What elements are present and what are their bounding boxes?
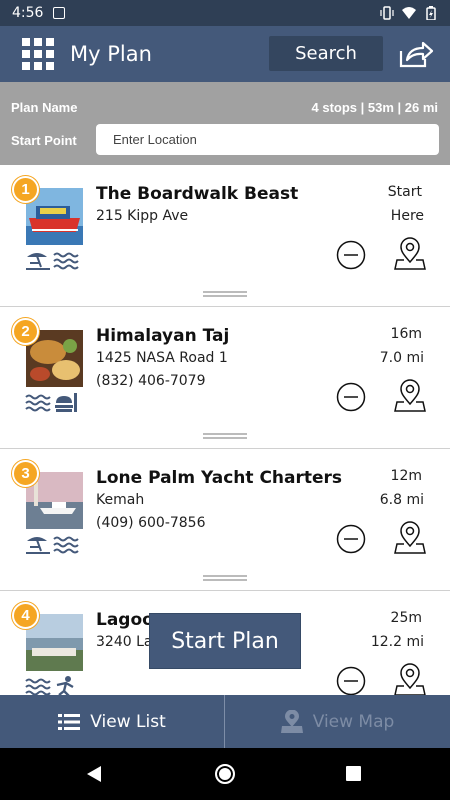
stop-address: 215 Kipp Ave — [96, 208, 189, 224]
dining-icon — [55, 393, 77, 412]
water-icon — [25, 678, 51, 695]
stop-travel-time: Start — [387, 184, 422, 200]
amenity-icons — [25, 675, 79, 695]
stop-travel-time: 25m — [390, 610, 422, 626]
stop-item[interactable]: 1 The Boardwalk Beast 215 Kipp Ave Start… — [0, 165, 450, 307]
status-time: 4:56 — [12, 5, 44, 21]
plan-name-label[interactable]: Plan Name — [11, 100, 77, 115]
wifi-icon — [402, 7, 416, 19]
list-icon — [58, 713, 81, 730]
app-bar: My Plan Search — [0, 26, 450, 82]
drag-handle[interactable] — [203, 291, 247, 297]
amenity-icons — [25, 391, 79, 413]
home-icon[interactable] — [215, 764, 235, 784]
share-icon[interactable] — [398, 39, 434, 69]
map-pin-icon[interactable] — [394, 237, 426, 271]
map-pin-icon[interactable] — [394, 521, 426, 555]
start-plan-button[interactable]: Start Plan — [149, 613, 301, 669]
status-bar: 4:56 — [0, 0, 450, 26]
map-pin-icon[interactable] — [394, 663, 426, 695]
status-icons — [380, 6, 438, 20]
beach-icon — [26, 537, 50, 554]
system-nav-bar — [0, 748, 450, 800]
start-point-label: Start Point — [11, 133, 77, 148]
drag-handle[interactable] — [203, 433, 247, 439]
water-icon — [53, 536, 79, 554]
stop-phone[interactable]: (409) 600-7856 — [96, 515, 206, 531]
page-title: My Plan — [70, 42, 152, 66]
amenity-icons — [25, 533, 79, 555]
activity-icon — [56, 676, 74, 695]
remove-stop-icon[interactable] — [336, 666, 366, 695]
stop-name[interactable]: The Boardwalk Beast — [96, 184, 298, 204]
battery-icon — [426, 6, 436, 20]
stop-item[interactable]: 3 Lone Palm Yacht Charters Kemah (409) 6… — [0, 449, 450, 591]
stop-travel-time: 16m — [390, 326, 422, 342]
stop-address: Kemah — [96, 492, 145, 508]
stop-name[interactable]: Lone Palm Yacht Charters — [96, 468, 342, 488]
tab-view-map-label: View Map — [312, 711, 395, 732]
remove-stop-icon[interactable] — [336, 524, 366, 554]
stop-name[interactable]: Himalayan Taj — [96, 326, 229, 346]
stop-address: 3240 La — [96, 634, 153, 650]
plan-header: Plan Name 4 stops | 53m | 26 mi Start Po… — [0, 82, 450, 165]
search-button[interactable]: Search — [269, 36, 383, 71]
vibrate-icon — [380, 6, 394, 20]
water-icon — [53, 252, 79, 270]
recent-apps-icon[interactable] — [346, 766, 361, 781]
stop-distance: Here — [390, 208, 424, 224]
stop-travel-time: 12m — [390, 468, 422, 484]
start-location-input[interactable] — [96, 124, 439, 155]
menu-grid-icon[interactable] — [22, 38, 54, 70]
map-pin-icon[interactable] — [394, 379, 426, 413]
stop-phone[interactable]: (832) 406-7079 — [96, 373, 206, 389]
tab-view-map[interactable]: View Map — [225, 695, 450, 748]
stop-distance: 6.8 mi — [379, 492, 424, 508]
map-marker-icon — [280, 709, 303, 733]
bottom-tab-bar: View List View Map — [0, 695, 450, 748]
stop-distance: 12.2 mi — [370, 634, 424, 650]
plan-summary: 4 stops | 53m | 26 mi — [311, 100, 439, 115]
stop-number-badge: 3 — [12, 460, 39, 487]
water-icon — [25, 394, 51, 412]
stop-number-badge: 4 — [12, 602, 39, 629]
remove-stop-icon[interactable] — [336, 240, 366, 270]
stop-address: 1425 NASA Road 1 — [96, 350, 228, 366]
drag-handle[interactable] — [203, 575, 247, 581]
stop-number-badge: 1 — [12, 176, 39, 203]
tab-view-list-label: View List — [90, 711, 166, 732]
stop-number-badge: 2 — [12, 318, 39, 345]
remove-stop-icon[interactable] — [336, 382, 366, 412]
image-notification-icon — [53, 7, 66, 19]
amenity-icons — [25, 249, 79, 271]
tab-view-list[interactable]: View List — [0, 695, 225, 748]
back-icon[interactable] — [86, 765, 102, 783]
beach-icon — [26, 253, 50, 270]
stop-distance: 7.0 mi — [379, 350, 424, 366]
stop-item[interactable]: 2 Himalayan Taj 1425 NASA Road 1 (832) 4… — [0, 307, 450, 449]
